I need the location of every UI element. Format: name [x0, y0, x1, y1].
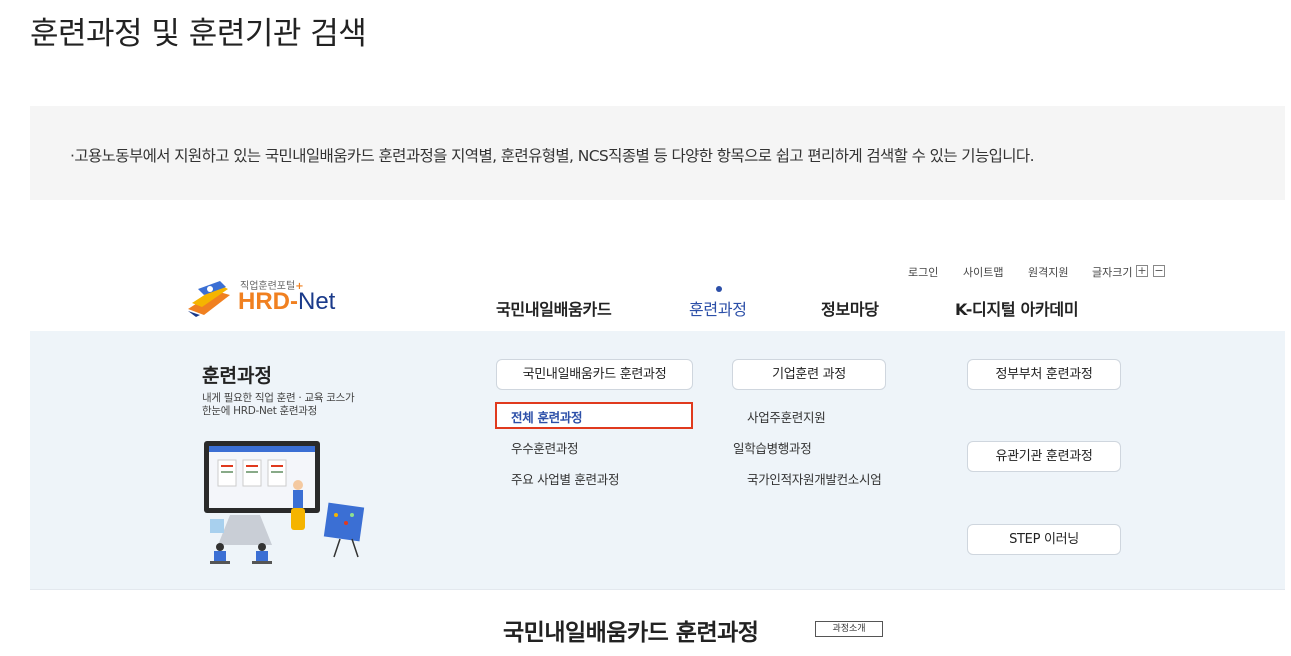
course-intro-button[interactable]: 과정소개 [815, 621, 883, 637]
mega-menu: 훈련과정 내게 필요한 직업 훈련 · 교육 코스가 한눈에 HRD-Net 훈… [30, 331, 1285, 590]
government-training-button[interactable]: 정부부처 훈련과정 [967, 359, 1121, 390]
step-elearning-button[interactable]: STEP 이러닝 [967, 524, 1121, 555]
gnb-info[interactable]: 정보마당 [821, 296, 879, 320]
logo-wordmark: HRD-Net [238, 288, 336, 315]
related-agency-training-button[interactable]: 유관기관 훈련과정 [967, 441, 1121, 472]
gnb-card[interactable]: 국민내일배움카드 [496, 296, 612, 320]
major-business-training-link[interactable]: 주요 사업별 훈련과정 [511, 469, 619, 488]
font-increase-button[interactable]: + [1136, 265, 1148, 277]
active-indicator-dot [716, 286, 722, 292]
description-text: ·고용노동부에서 지원하고 있는 국민내일배움카드 훈련과정을 지역별, 훈련유… [70, 147, 1035, 165]
gnb-training[interactable]: 훈련과정 [689, 296, 747, 320]
font-decrease-button[interactable]: − [1153, 265, 1165, 277]
corporate-training-button[interactable]: 기업훈련 과정 [732, 359, 886, 390]
description-box: ·고용노동부에서 지원하고 있는 국민내일배움카드 훈련과정을 지역별, 훈련유… [30, 106, 1285, 200]
gnb-k-digital[interactable]: K-디지털 아카데미 [955, 296, 1079, 320]
all-training-link[interactable]: 전체 훈련과정 [511, 407, 583, 426]
training-illustration [204, 441, 365, 564]
page-title: 훈련과정 및 훈련기관 검색 [30, 16, 367, 52]
sitemap-link[interactable]: 사이트맵 [963, 264, 1003, 280]
hrd-net-logo[interactable]: 직업훈련포털+ HRD-Net [186, 277, 356, 319]
consortium-link[interactable]: 국가인적자원개발컨소시엄 [747, 469, 882, 488]
logo-graduation-icon [188, 281, 230, 317]
mega-menu-description: 내게 필요한 직업 훈련 · 교육 코스가 한눈에 HRD-Net 훈련과정 [202, 392, 355, 417]
login-link[interactable]: 로그인 [908, 264, 938, 280]
employer-training-link[interactable]: 사업주훈련지원 [747, 407, 826, 426]
card-training-button[interactable]: 국민내일배움카드 훈련과정 [496, 359, 693, 390]
excellent-training-link[interactable]: 우수훈련과정 [511, 438, 579, 457]
work-study-link[interactable]: 일학습병행과정 [733, 438, 812, 457]
mega-menu-title: 훈련과정 [202, 365, 272, 387]
font-size-label: 글자크기 [1092, 266, 1133, 279]
section-title: 국민내일배움카드 훈련과정 [503, 620, 759, 646]
remote-support-link[interactable]: 원격지원 [1028, 264, 1068, 280]
